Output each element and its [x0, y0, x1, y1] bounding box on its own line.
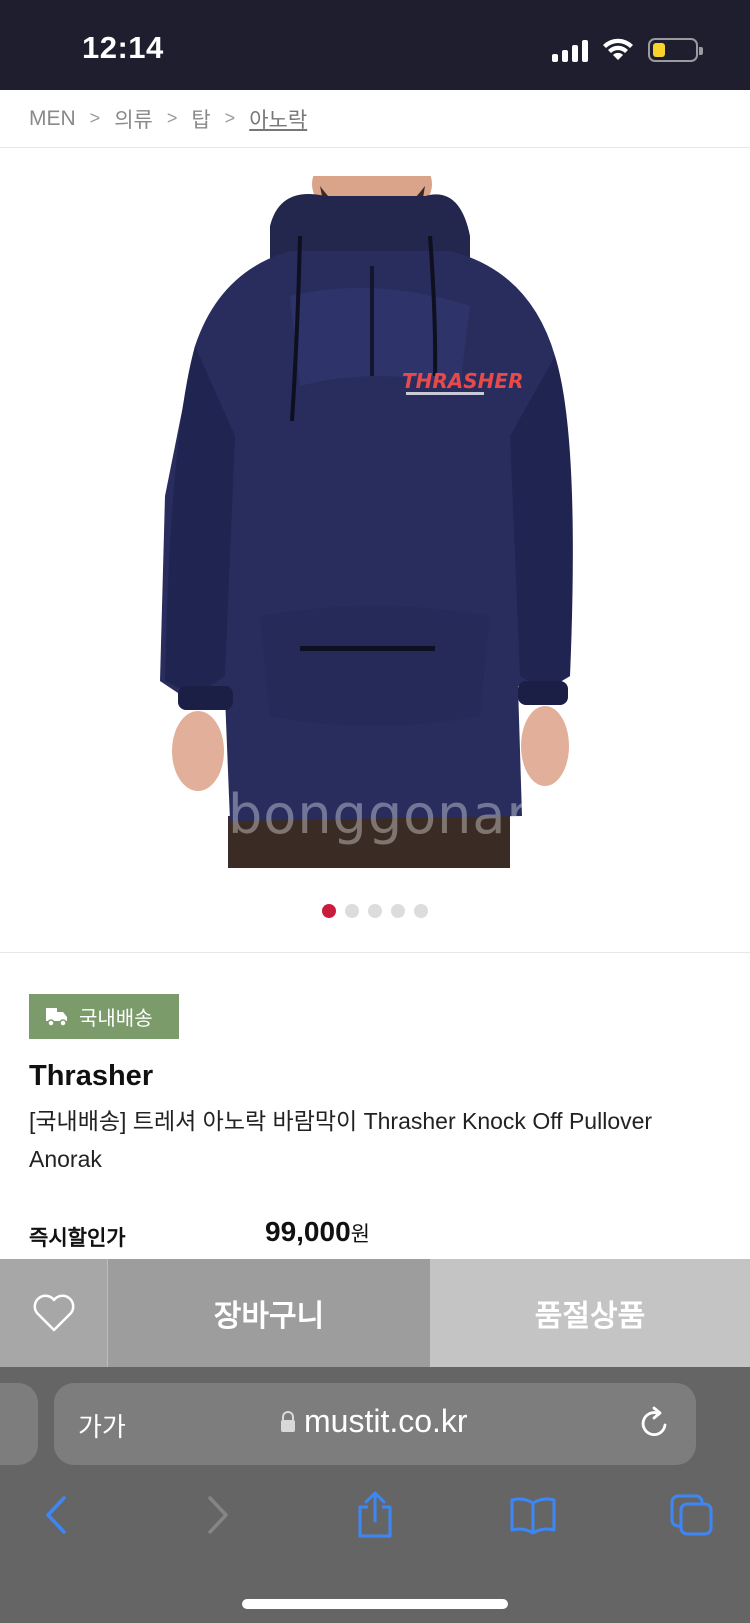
- gallery-dot[interactable]: [414, 904, 428, 918]
- watermark: bonggonara: [228, 783, 564, 846]
- breadcrumb-current[interactable]: 아노락: [249, 104, 307, 134]
- browser-toolbar: [0, 1485, 750, 1565]
- status-time: 12:14: [82, 30, 164, 65]
- breadcrumb-separator-icon: >: [224, 108, 236, 128]
- browser-chrome: 가가 mustit.co.kr: [0, 1367, 750, 1623]
- cellular-signal-icon: [552, 38, 588, 62]
- share-button[interactable]: [345, 1485, 405, 1545]
- badge-label: 국내배송: [79, 1008, 153, 1030]
- sold-out-button[interactable]: 품절상품: [430, 1259, 750, 1367]
- forward-button[interactable]: [188, 1485, 248, 1545]
- lock-icon: [281, 1410, 295, 1432]
- purchase-action-bar: 장바구니 품절상품: [0, 1259, 750, 1367]
- truck-icon: [46, 1007, 67, 1027]
- gallery-dot[interactable]: [345, 904, 359, 918]
- price-value: 99,000원: [265, 1216, 370, 1248]
- product-title: [국내배송] 트레셔 아노락 바람막이 Thrasher Knock Off P…: [29, 1108, 653, 1172]
- heart-icon: [33, 1294, 74, 1332]
- page: 12:14 MEN > 의류 > 탑 > 아노락 THRASHER bonggo…: [0, 0, 750, 1623]
- price-row: 즉시할인가 99,000원: [29, 1216, 729, 1256]
- home-indicator[interactable]: [242, 1599, 508, 1609]
- add-to-cart-button[interactable]: 장바구니: [108, 1259, 430, 1367]
- gallery-pagination: [0, 904, 750, 918]
- battery-icon: [648, 38, 703, 62]
- tabs-button[interactable]: [662, 1485, 722, 1545]
- gallery-dot[interactable]: [322, 904, 336, 918]
- price-unit: 원: [350, 1223, 370, 1246]
- reload-icon[interactable]: [638, 1405, 672, 1441]
- breadcrumb-separator-icon: >: [89, 108, 101, 128]
- address-bar[interactable]: 가가 mustit.co.kr: [54, 1383, 696, 1465]
- status-icons: [552, 36, 703, 64]
- share-icon: [358, 1491, 392, 1538]
- breadcrumb-item-men[interactable]: MEN: [29, 107, 76, 131]
- wishlist-button[interactable]: [0, 1259, 108, 1367]
- back-button[interactable]: [26, 1485, 86, 1545]
- price-amount: 99,000: [265, 1216, 351, 1247]
- text-size-button[interactable]: 가가: [78, 1407, 126, 1444]
- breadcrumb-separator-icon: >: [166, 108, 178, 128]
- breadcrumb-item-clothing[interactable]: 의류: [114, 104, 153, 134]
- thrasher-logo-text: THRASHER: [402, 369, 523, 393]
- gallery-dot[interactable]: [391, 904, 405, 918]
- previous-tab[interactable]: [0, 1383, 38, 1465]
- price-label: 즉시할인가: [29, 1227, 126, 1250]
- url-display[interactable]: mustit.co.kr: [280, 1403, 468, 1440]
- status-bar: 12:14: [0, 0, 750, 90]
- url-text: mustit.co.kr: [304, 1403, 468, 1439]
- book-icon: [510, 1497, 556, 1535]
- product-gallery[interactable]: THRASHER bonggonara: [0, 148, 750, 953]
- wifi-icon: [603, 38, 633, 60]
- tabs-icon: [670, 1494, 713, 1536]
- bookmarks-button[interactable]: [503, 1485, 563, 1545]
- breadcrumb: MEN > 의류 > 탑 > 아노락: [0, 90, 750, 148]
- forward-chevron-icon: [208, 1496, 228, 1534]
- product-photo: THRASHER: [150, 176, 600, 868]
- back-chevron-icon: [46, 1496, 66, 1534]
- gallery-dot[interactable]: [368, 904, 382, 918]
- domestic-shipping-badge: 국내배송: [29, 994, 179, 1039]
- brand-name[interactable]: Thrasher: [29, 1060, 153, 1093]
- breadcrumb-item-top[interactable]: 탑: [191, 104, 210, 134]
